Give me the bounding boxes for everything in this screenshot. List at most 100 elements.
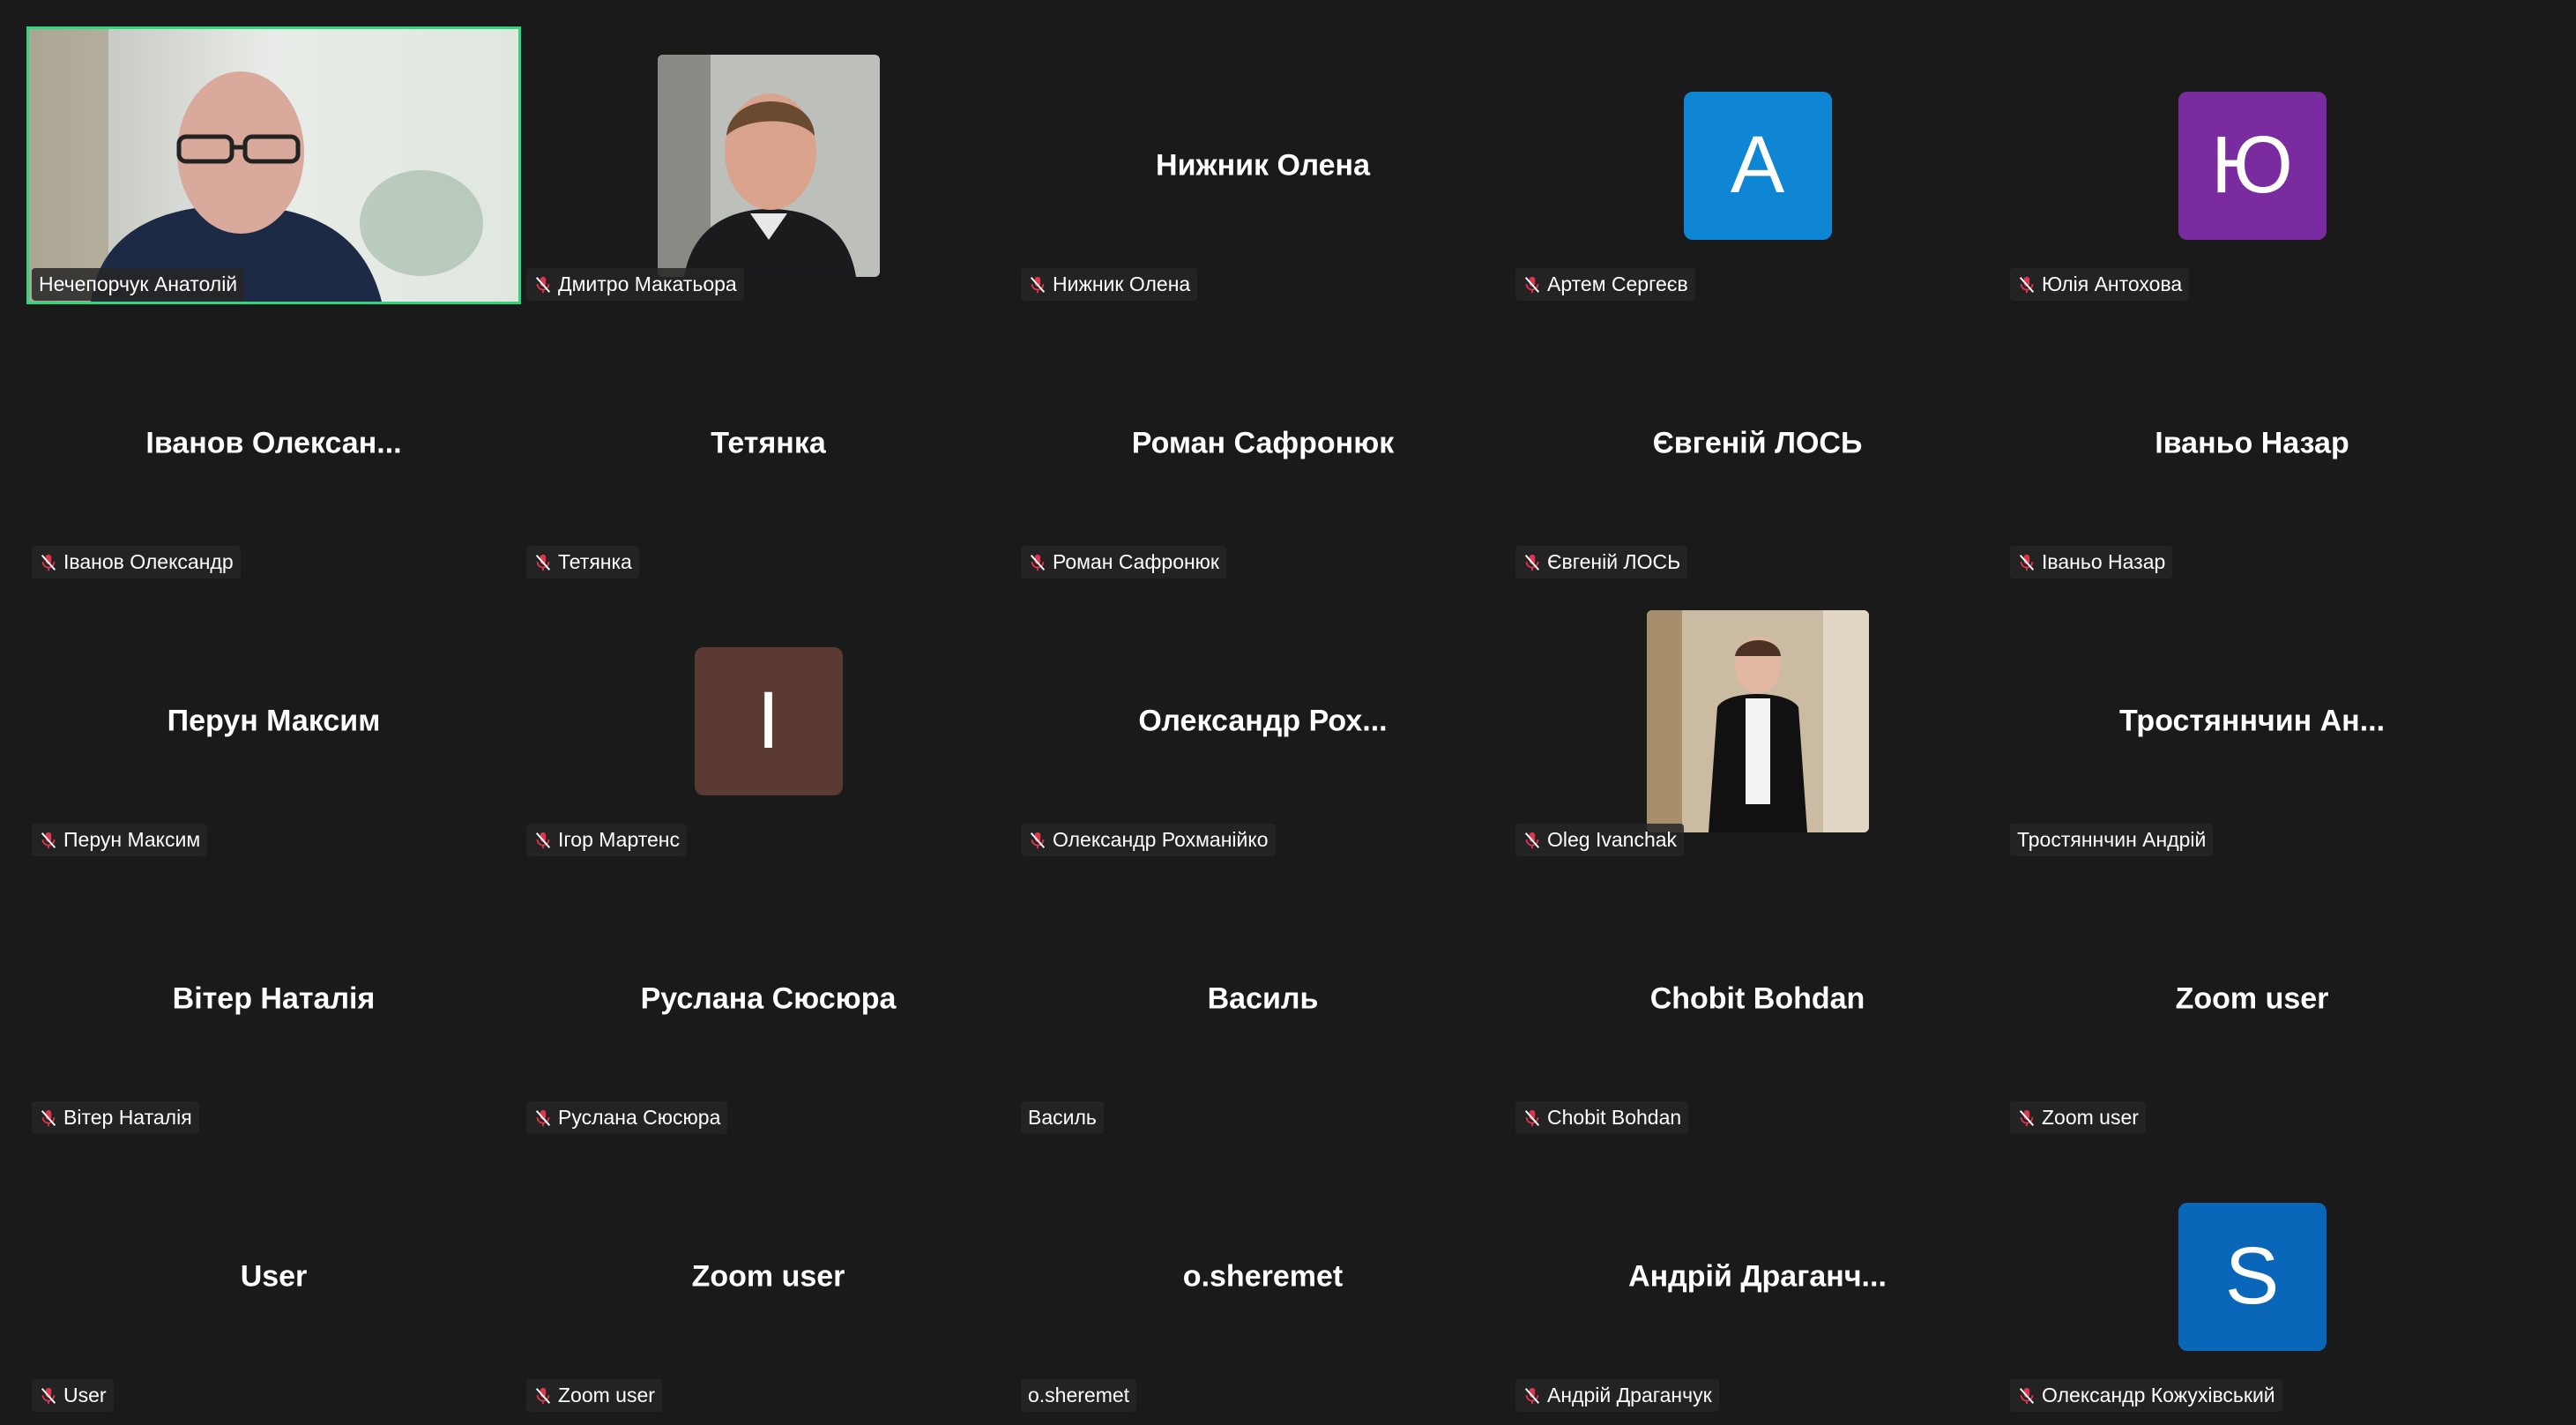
microphone-muted-icon	[1523, 1108, 1542, 1128]
tile-display-name: Андрій Драганч...	[1628, 1259, 1887, 1293]
participant-name-label: Chobit Bohdan	[1515, 1101, 1689, 1134]
participant-name-text: Руслана Сюсюра	[558, 1106, 721, 1129]
participant-tile[interactable]: Євгеній ЛОСЬ Євгеній ЛОСЬ	[1510, 304, 2005, 582]
participant-name-text: Роман Сафронюк	[1053, 550, 1219, 573]
tile-display-name: Тетянка	[711, 426, 826, 459]
participant-tile[interactable]: S Олександр Кожухівський	[2005, 1138, 2499, 1415]
microphone-muted-icon	[39, 831, 58, 850]
participant-tile[interactable]: Chobit Bohdan Chobit Bohdan	[1510, 860, 2005, 1138]
participant-name-label: o.sheremet	[1021, 1379, 1137, 1412]
participant-name-label: Василь	[1021, 1101, 1104, 1134]
participant-name-label: Дмитро Макатьора	[526, 268, 744, 301]
participant-name-label: Zoom user	[526, 1379, 662, 1412]
participant-name-label: Тростяннчин Андрій	[2010, 824, 2214, 856]
initial-avatar: S	[2178, 1202, 2327, 1351]
participant-tile[interactable]: Василь Василь	[1016, 860, 1510, 1138]
participant-name-label: Роман Сафронюк	[1021, 546, 1226, 578]
participant-gallery: Нечепорчук Анатолій Дмитро Макатьора Нижни…	[26, 26, 2499, 1425]
participant-tile[interactable]: I Ігор Мартенс	[521, 582, 1016, 860]
participant-name-text: Тростяннчин Андрій	[2017, 828, 2207, 851]
participant-tile[interactable]: Ю Юлія Антохова	[2005, 26, 2499, 304]
tile-display-name: o.sheremet	[1182, 1259, 1344, 1293]
participant-name-label: Юлія Антохова	[2010, 268, 2190, 301]
tile-display-name: Zoom user	[691, 1259, 845, 1293]
tile-display-name: Chobit Bohdan	[1649, 981, 1865, 1015]
tile-display-name: User	[240, 1259, 308, 1293]
tile-display-name: Zoom user	[2175, 981, 2329, 1015]
participant-name-text: Вітер Наталія	[63, 1106, 192, 1129]
participant-name-text: Олександр Рохманійко	[1053, 828, 1269, 851]
participant-name-text: o.sheremet	[1028, 1384, 1130, 1406]
participant-name-text: Іванов Олександр	[63, 550, 234, 573]
tile-display-name: Василь	[1207, 981, 1319, 1015]
participant-name-label: Zoom user	[2010, 1101, 2146, 1134]
microphone-muted-icon	[39, 1386, 58, 1406]
participant-tile[interactable]: User User	[26, 1138, 521, 1415]
microphone-muted-icon	[2017, 553, 2036, 572]
microphone-muted-icon	[1523, 553, 1542, 572]
participant-name-text: Василь	[1028, 1106, 1097, 1129]
tile-display-name: Іваньо Назар	[2155, 426, 2349, 459]
participant-name-text: Zoom user	[2042, 1106, 2139, 1129]
participant-tile[interactable]: Іванов Олексан... Іванов Олександр	[26, 304, 521, 582]
participant-tile[interactable]: Тростяннчин Ан... Тростяннчин Андрій	[2005, 582, 2499, 860]
profile-photo	[1646, 609, 1869, 832]
participant-tile[interactable]: A Артем Сергеєв	[1510, 26, 2005, 304]
participant-name-label: Іванов Олександр	[32, 546, 241, 578]
participant-name-label: Вітер Наталія	[32, 1101, 199, 1134]
microphone-muted-icon	[533, 553, 553, 572]
tile-display-name: Нижник Олена	[1156, 148, 1370, 182]
participant-name-label: Перун Максим	[32, 824, 208, 856]
participant-name-text: Перун Максим	[63, 828, 201, 851]
participant-name-label: Тетянка	[526, 546, 639, 578]
participant-tile[interactable]: Нижник Олена Нижник Олена	[1016, 26, 1510, 304]
tile-display-name: Вітер Наталія	[172, 981, 376, 1015]
participant-tile[interactable]: Zoom user Zoom user	[2005, 860, 2499, 1138]
microphone-muted-icon	[1523, 1386, 1542, 1406]
microphone-muted-icon	[533, 1386, 553, 1406]
participant-video	[29, 29, 518, 302]
participant-name-text: Ігор Мартенс	[558, 828, 681, 851]
participant-name-text: Євгеній ЛОСЬ	[1547, 550, 1681, 573]
participant-tile[interactable]: Тетянка Тетянка	[521, 304, 1016, 582]
participant-tile[interactable]: Андрій Драганч... Андрій Драганчук	[1510, 1138, 2005, 1415]
microphone-muted-icon	[1523, 275, 1542, 295]
microphone-muted-icon	[2017, 1108, 2036, 1128]
participant-name-label: Олександр Рохманійко	[1021, 824, 1276, 856]
participant-tile[interactable]: Олександр Рох... Олександр Рохманійко	[1016, 582, 1510, 860]
participant-name-label: Нечепорчук Анатолій	[32, 268, 245, 301]
participant-tile[interactable]: Руслана Сюсюра Руслана Сюсюра	[521, 860, 1016, 1138]
participant-name-text: Іваньо Назар	[2042, 550, 2166, 573]
profile-photo	[657, 54, 880, 277]
participant-name-label: Ігор Мартенс	[526, 824, 688, 856]
participant-tile[interactable]: Нечепорчук Анатолій	[26, 26, 521, 304]
participant-tile[interactable]: Дмитро Макатьора	[521, 26, 1016, 304]
microphone-muted-icon	[2017, 1386, 2036, 1406]
microphone-muted-icon	[1028, 275, 1047, 295]
participant-tile[interactable]: o.sheremet o.sheremet	[1016, 1138, 1510, 1415]
tile-display-name: Іванов Олексан...	[145, 426, 402, 459]
microphone-muted-icon	[533, 831, 553, 850]
microphone-muted-icon	[2017, 275, 2036, 295]
participant-name-text: Нечепорчук Анатолій	[39, 272, 238, 295]
participant-tile[interactable]: Вітер Наталія Вітер Наталія	[26, 860, 521, 1138]
participant-tile[interactable]: Перун Максим Перун Максим	[26, 582, 521, 860]
microphone-muted-icon	[533, 275, 553, 295]
participant-name-label: Нижник Олена	[1021, 268, 1198, 301]
participant-tile[interactable]: Роман Сафронюк Роман Сафронюк	[1016, 304, 1510, 582]
tile-display-name: Роман Сафронюк	[1131, 426, 1395, 459]
participant-name-text: Юлія Антохова	[2042, 272, 2183, 295]
participant-tile[interactable]: Oleg Ivanchak	[1510, 582, 2005, 860]
participant-name-text: Chobit Bohdan	[1547, 1106, 1682, 1129]
participant-tile[interactable]: Zoom user Zoom user	[521, 1138, 1016, 1415]
tile-display-name: Євгеній ЛОСЬ	[1652, 426, 1863, 459]
initial-avatar: I	[694, 646, 843, 795]
microphone-muted-icon	[1028, 831, 1047, 850]
participant-name-text: Андрій Драганчук	[1547, 1384, 1712, 1406]
tile-display-name: Тростяннчин Ан...	[2118, 704, 2386, 737]
participant-tile[interactable]: Іваньо Назар Іваньо Назар	[2005, 304, 2499, 582]
participant-name-label: Олександр Кожухівський	[2010, 1379, 2282, 1412]
microphone-muted-icon	[533, 1108, 553, 1128]
tile-display-name: Руслана Сюсюра	[640, 981, 897, 1015]
participant-name-text: Тетянка	[558, 550, 632, 573]
